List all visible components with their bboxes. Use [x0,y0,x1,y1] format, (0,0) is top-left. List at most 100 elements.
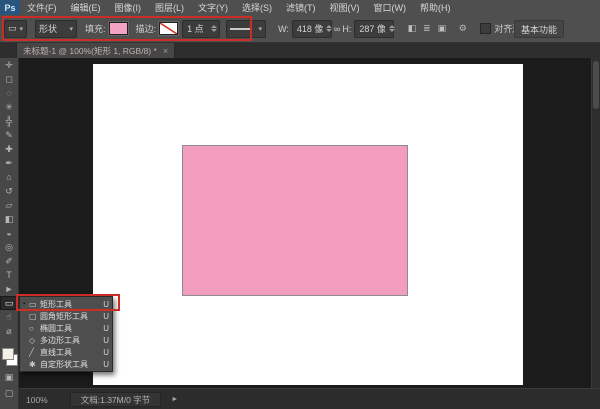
stepper-icon[interactable] [326,25,332,32]
link-dimensions-icon[interactable]: ∞ [334,24,340,34]
menu-layer[interactable]: 图层(L) [148,1,191,14]
stroke-width-field[interactable]: 1 点 [182,20,220,38]
crop-tool-icon: ╬ [6,116,12,126]
document-tab[interactable]: 未标题-1 @ 100%(矩形 1, RGB/8) * × [16,42,175,58]
document-info: 文档:1.37M/0 字节 [70,392,161,407]
rectangle-tool-icon: ▭ [5,298,14,309]
quick-selection-tool[interactable]: ✳ [0,100,18,114]
stroke-color-swatch[interactable] [159,22,178,35]
tools-panel: ✛ ◻ ◌ ✳ ╬ ✎ ✚ ✒ ⌂ ↺ ▱ ◧ ◒ ◎ ✐ T ► ▭ ☝ ⌀ … [0,58,19,409]
stepper-icon[interactable] [389,25,395,32]
type-tool-icon: T [6,270,12,280]
status-flyout-arrow-icon[interactable]: ► [171,396,178,403]
menu-file[interactable]: 文件(F) [20,1,64,14]
path-operations-icon[interactable]: ◧ [404,23,419,34]
hand-tool[interactable]: ☝ [0,310,18,324]
flyout-item-label: 直线工具 [40,347,101,358]
align-edges-checkbox[interactable] [480,23,491,34]
pen-tool[interactable]: ✐ [0,254,18,268]
photoshop-window: Ps 文件(F) 编辑(E) 图像(I) 图层(L) 文字(Y) 选择(S) 滤… [0,0,600,409]
quick-mask-icon: ▣ [5,372,14,382]
spot-healing-brush-tool[interactable]: ✚ [0,142,18,156]
screen-mode-button[interactable]: ▢ [0,388,18,399]
tool-preset-dropdown[interactable]: ▭ ▾ [4,20,27,38]
tool-mode-value: 形状 [39,22,57,35]
dodge-tool[interactable]: ◎ [0,240,18,254]
rounded-rectangle-tool-icon: ▢ [29,312,40,321]
pen-tool-icon: ✐ [5,256,13,267]
flyout-item-line-tool[interactable]: ╱ 直线工具 U [20,346,112,358]
gear-icon[interactable]: ⚙ [455,23,470,34]
zoom-level-field[interactable]: 100% [26,395,48,405]
history-brush-tool[interactable]: ↺ [0,184,18,198]
document-tab-title: 未标题-1 @ 100%(矩形 1, RGB/8) * [23,45,157,57]
flyout-item-label: 矩形工具 [40,299,101,310]
quick-mask-button[interactable]: ▣ [0,372,18,383]
chevron-down-icon: ▾ [20,25,24,33]
flyout-item-polygon-tool[interactable]: ◇ 多边形工具 U [20,334,112,346]
document-info-text: 文档:1.37M/0 字节 [81,394,150,406]
rectangle-tool[interactable]: ▭ [0,296,18,310]
foreground-color-swatch[interactable] [2,348,14,360]
quick-selection-tool-icon: ✳ [5,102,13,113]
tool-mode-dropdown[interactable]: 形状 ▾ [35,20,77,38]
document-tab-bar: 未标题-1 @ 100%(矩形 1, RGB/8) * × [0,42,600,58]
screen-mode-icon: ▢ [5,388,14,398]
shortcut-key: U [101,360,109,369]
stroke-style-dropdown[interactable]: ▾ [226,20,266,38]
menu-select[interactable]: 选择(S) [235,1,279,14]
menu-image[interactable]: 图像(I) [108,1,149,14]
shape-height-field[interactable]: 287 像 [354,20,394,38]
close-icon[interactable]: × [163,46,168,56]
path-alignment-icon[interactable]: ≣ [419,23,434,34]
eraser-tool[interactable]: ▱ [0,198,18,212]
path-arrangement-icon[interactable]: ▣ [434,23,449,34]
menu-window[interactable]: 窗口(W) [367,1,414,14]
flyout-item-custom-shape-tool[interactable]: ✱ 自定形状工具 U [20,358,112,370]
lasso-tool[interactable]: ◌ [0,86,18,100]
stroke-label: 描边: [136,22,157,35]
eyedropper-tool-icon: ✎ [5,130,13,141]
shortcut-key: U [101,312,109,321]
type-tool[interactable]: T [0,268,18,282]
pink-rectangle-shape[interactable] [182,145,408,296]
flyout-item-rounded-rectangle-tool[interactable]: ▢ 圆角矩形工具 U [20,310,112,322]
fill-label: 填充: [85,22,106,35]
flyout-item-rectangle-tool[interactable]: ▪ ▭ 矩形工具 U [20,298,112,310]
menu-view[interactable]: 视图(V) [323,1,367,14]
clone-stamp-tool[interactable]: ⌂ [0,170,18,184]
flyout-item-label: 圆角矩形工具 [40,311,101,322]
shape-width-field[interactable]: 418 像 [292,20,332,38]
workspace-switcher-button[interactable]: 基本功能 [514,20,564,38]
flyout-item-ellipse-tool[interactable]: ○ 椭圆工具 U [20,322,112,334]
status-bar: 100% 文档:1.37M/0 字节 ► [18,388,600,409]
menu-type[interactable]: 文字(Y) [191,1,235,14]
workspace-label: 基本功能 [521,23,557,36]
shortcut-key: U [101,348,109,357]
move-tool[interactable]: ✛ [0,58,18,72]
menu-help[interactable]: 帮助(H) [413,1,458,14]
eyedropper-tool[interactable]: ✎ [0,128,18,142]
stroke-width-value: 1 点 [187,22,208,35]
rectangular-marquee-tool[interactable]: ◻ [0,72,18,86]
gradient-tool[interactable]: ◧ [0,212,18,226]
crop-tool[interactable]: ╬ [0,114,18,128]
menu-filter[interactable]: 滤镜(T) [279,1,323,14]
custom-shape-tool-icon: ✱ [29,360,40,369]
flyout-item-label: 多边形工具 [40,335,101,346]
chevron-down-icon: ▾ [259,25,263,33]
fill-color-swatch[interactable] [109,22,128,35]
ellipse-tool-icon: ○ [29,324,40,333]
path-selection-tool[interactable]: ► [0,282,18,296]
shortcut-key: U [101,300,109,309]
hand-tool-icon: ☝ [6,312,11,323]
tool-preset-icon: ▭ [8,23,17,34]
marquee-tool-icon: ◻ [5,74,12,85]
brush-tool[interactable]: ✒ [0,156,18,170]
vertical-scrollbar[interactable] [591,58,600,388]
zoom-tool[interactable]: ⌀ [0,324,18,338]
blur-tool[interactable]: ◒ [0,226,18,240]
stepper-icon[interactable] [211,25,217,32]
scrollbar-thumb[interactable] [593,61,599,109]
menu-edit[interactable]: 编辑(E) [64,1,108,14]
